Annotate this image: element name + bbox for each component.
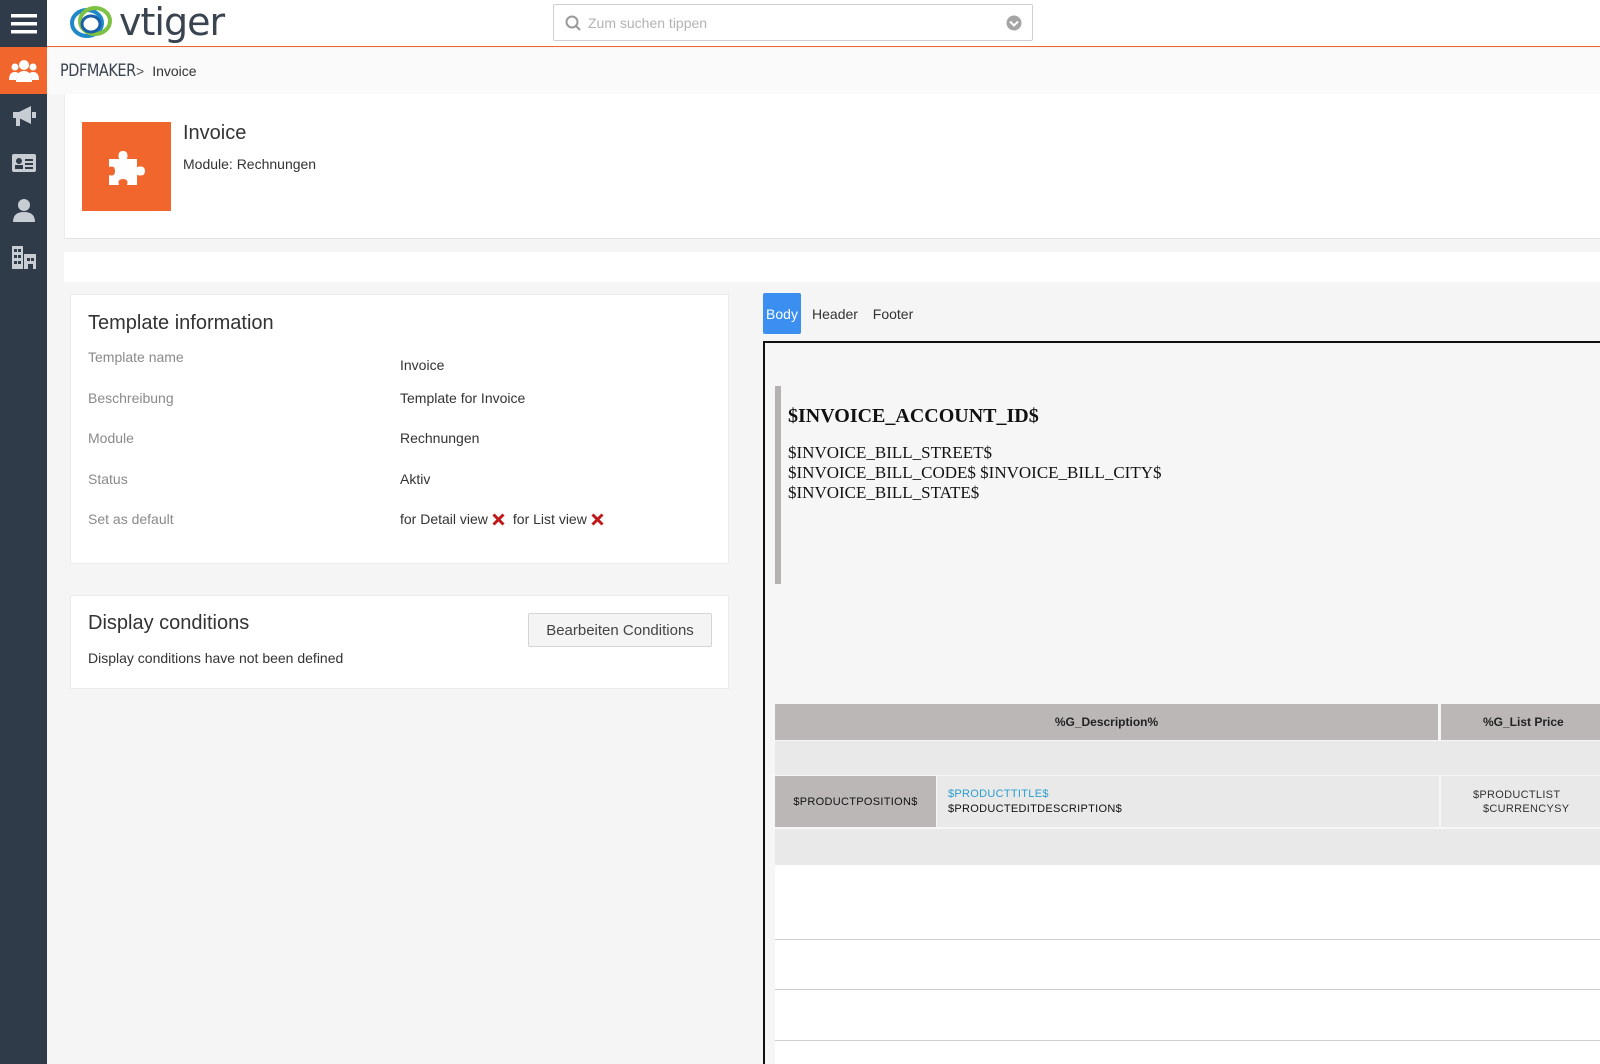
sidebar-item-person[interactable]: [0, 186, 47, 233]
sidebar-item-contacts[interactable]: [0, 139, 47, 186]
table-rule: [775, 939, 1600, 940]
tab-header[interactable]: Header: [808, 293, 862, 334]
info-value: Template for Invoice: [400, 390, 526, 406]
account-id-variable[interactable]: $INVOICE_ACCOUNT_ID$: [788, 405, 1039, 428]
info-value: Aktiv: [400, 471, 431, 487]
default-values: for Detail view for List view: [400, 511, 612, 527]
info-label: Status: [88, 471, 128, 487]
display-conditions-title: Display conditions: [88, 612, 250, 634]
edit-conditions-button[interactable]: Bearbeiten Conditions: [528, 613, 712, 647]
table-header-description[interactable]: %G_Description%: [775, 704, 1438, 740]
tab-body[interactable]: Body: [763, 293, 801, 334]
search-icon: [565, 15, 581, 31]
building-icon: [11, 245, 36, 269]
sidebar-item-organizations[interactable]: [0, 233, 47, 280]
record-header: Invoice Module: Rechnungen: [64, 94, 1600, 239]
address-line[interactable]: $INVOICE_BILL_CODE$ $INVOICE_BILL_CITY$: [788, 463, 1161, 483]
table-header-list-price[interactable]: %G_List Price: [1441, 704, 1600, 740]
info-value: Rechnungen: [400, 430, 480, 446]
info-label: Set as default: [88, 511, 174, 527]
record-module: Module: Rechnungen: [183, 156, 317, 172]
contact-card-icon: [11, 153, 36, 172]
info-row-description: Beschreibung Template for Invoice: [88, 390, 708, 410]
left-sidebar: [0, 0, 47, 1064]
display-conditions-card: Display conditions Bearbeiten Conditions…: [70, 595, 729, 689]
divider-strip: [64, 252, 1600, 282]
vtiger-logo[interactable]: vtiger: [65, 0, 225, 44]
tab-footer[interactable]: Footer: [868, 293, 918, 334]
info-row-set-default: Set as default for Detail view for List …: [88, 511, 708, 531]
sidebar-item-marketing[interactable]: [0, 92, 47, 139]
puzzle-icon: [108, 150, 145, 185]
global-search: [553, 4, 1033, 41]
breadcrumb: PDFMAKER > Invoice: [47, 48, 1600, 94]
logo-icon: [70, 6, 112, 38]
table-cell-position[interactable]: $PRODUCTPOSITION$: [775, 776, 936, 827]
menu-icon: [10, 13, 37, 33]
breadcrumb-separator: >: [136, 63, 145, 79]
template-info-title: Template information: [88, 312, 274, 334]
template-editor[interactable]: $INVOICE_ACCOUNT_ID$ $INVOICE_BILL_STREE…: [763, 341, 1600, 1064]
info-label: Template name: [88, 349, 184, 365]
sidebar-item-users[interactable]: [0, 47, 47, 94]
table-spacer-row: [775, 741, 1600, 775]
conditions-message: Display conditions have not been defined: [88, 650, 344, 666]
table-empty-area: [775, 865, 1600, 1064]
product-edit-description-variable: $PRODUCTEDITDESCRIPTION$: [948, 803, 1123, 815]
menu-button[interactable]: [0, 0, 47, 47]
table-rule: [775, 1040, 1600, 1041]
megaphone-icon: [12, 105, 36, 126]
top-bar: vtiger: [47, 0, 1600, 47]
table-cell-description[interactable]: $PRODUCTTITLE$ $PRODUCTEDITDESCRIPTION$: [937, 776, 1439, 827]
remove-default-detail-icon[interactable]: [492, 512, 505, 526]
blockquote-bar: [775, 386, 781, 584]
table-spacer-row: [775, 829, 1600, 865]
address-line[interactable]: $INVOICE_BILL_STREET$: [788, 443, 992, 463]
search-input[interactable]: [588, 7, 996, 38]
address-line[interactable]: $INVOICE_BILL_STATE$: [788, 483, 979, 503]
template-info-card: Template information Template name Invoi…: [70, 294, 729, 564]
product-title-variable: $PRODUCTTITLE$: [948, 788, 1049, 800]
person-icon: [12, 198, 35, 222]
users-icon: [8, 59, 39, 82]
info-label: Beschreibung: [88, 390, 174, 406]
info-row-status: Status Aktiv: [88, 471, 708, 491]
info-value: Invoice: [400, 357, 445, 373]
default-list-view-label: for List view: [512, 511, 587, 527]
currency-variable: $CURRENCYSY: [1483, 803, 1570, 815]
breadcrumb-module[interactable]: PDFMAKER: [60, 61, 136, 81]
logo-text: vtiger: [119, 0, 225, 44]
remove-default-list-icon[interactable]: [591, 512, 604, 526]
info-label: Module: [88, 430, 134, 446]
module-icon-box: [82, 122, 171, 211]
info-row-template-name: Template name Invoice: [88, 349, 708, 373]
table-cell-list-price[interactable]: $PRODUCTLIST $CURRENCYSY: [1441, 776, 1600, 827]
record-title: Invoice: [183, 122, 247, 144]
search-options-icon[interactable]: [996, 14, 1032, 32]
table-rule: [775, 989, 1600, 990]
default-detail-view-label: for Detail view: [400, 511, 488, 527]
product-list-price-variable: $PRODUCTLIST: [1473, 789, 1561, 801]
info-row-module: Module Rechnungen: [88, 430, 708, 450]
breadcrumb-current: Invoice: [152, 63, 197, 79]
